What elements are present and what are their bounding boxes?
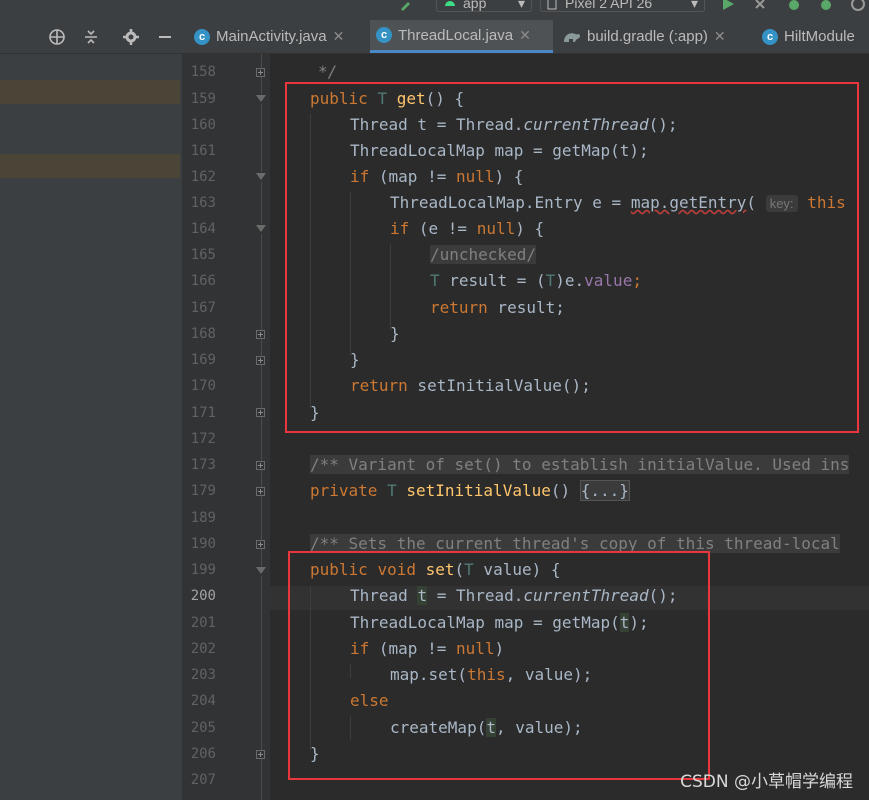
line-number: 206 [190, 746, 216, 762]
line-number: 204 [190, 693, 216, 709]
highlighted-row [0, 154, 180, 178]
apply-changes-icon[interactable] [752, 0, 768, 12]
line-number: 173 [190, 457, 216, 473]
line-number: 161 [190, 143, 216, 159]
class-icon: c [762, 28, 778, 45]
chevron-down-icon: ▾ [517, 0, 525, 11]
folded-code-block[interactable]: {...} [579, 480, 630, 501]
line-number: 162 [190, 169, 216, 185]
close-icon[interactable]: ✕ [333, 28, 345, 45]
line-number: 201 [190, 615, 216, 631]
line-number: 207 [190, 772, 216, 788]
class-icon: c [194, 28, 210, 45]
line-number: 160 [190, 117, 216, 133]
module-label: app [463, 0, 487, 11]
fold-marker[interactable] [256, 94, 266, 104]
run-icon[interactable] [720, 0, 736, 12]
line-number: 169 [190, 352, 216, 368]
fold-marker[interactable] [256, 566, 266, 576]
line-number: 202 [190, 641, 216, 657]
highlighted-row [0, 80, 180, 104]
tab-label: build.gradle (:app) [587, 28, 708, 45]
line-number-current: 200 [190, 588, 216, 604]
line-number: 165 [190, 247, 216, 263]
fold-marker[interactable] [256, 750, 265, 759]
line-number: 189 [190, 510, 216, 526]
fold-marker[interactable] [256, 330, 265, 339]
gear-icon[interactable] [122, 28, 140, 46]
hammer-icon[interactable] [398, 0, 414, 12]
project-panel [0, 54, 182, 800]
line-number: 163 [190, 195, 216, 211]
tab-label: MainActivity.java [216, 28, 327, 45]
line-number: 158 [190, 64, 216, 80]
device-label: Pixel 2 API 26 [565, 0, 653, 11]
line-number: 168 [190, 326, 216, 342]
editor-tab-bar: c MainActivity.java ✕ c ThreadLocal.java… [0, 20, 869, 54]
locate-icon[interactable] [48, 28, 66, 46]
device-icon [547, 0, 557, 10]
chevron-down-icon: ▾ [690, 0, 698, 11]
profile-icon[interactable] [850, 0, 866, 12]
fold-marker[interactable] [256, 487, 265, 496]
fold-marker[interactable] [256, 172, 266, 182]
module-selector[interactable]: app ▾ [436, 0, 532, 12]
run-toolbar: app ▾ Pixel 2 API 26 ▾ [0, 0, 869, 20]
tab-build-gradle[interactable]: build.gradle (:app) ✕ [557, 20, 752, 53]
watermark: CSDN @小草帽学编程 [680, 772, 853, 792]
tab-thread-local[interactable]: c ThreadLocal.java ✕ [370, 20, 553, 53]
code-line: private T setInitialValue() {...} [310, 480, 630, 501]
fold-marker[interactable] [256, 356, 265, 365]
code-line: /** Variant of set() to establish initia… [310, 455, 850, 474]
fold-marker[interactable] [256, 540, 265, 549]
close-icon[interactable]: ✕ [519, 27, 531, 44]
android-icon [445, 1, 455, 6]
line-number: 164 [190, 221, 216, 237]
tab-label: HiltModule [784, 28, 855, 45]
fold-gutter-line [261, 54, 262, 800]
line-number: 170 [190, 378, 216, 394]
line-number: 205 [190, 720, 216, 736]
collapse-all-icon[interactable] [82, 28, 100, 46]
annotation-box-get [285, 82, 859, 433]
fold-marker[interactable] [256, 224, 266, 234]
line-number: 171 [190, 405, 216, 421]
fold-marker[interactable] [256, 408, 265, 417]
gradle-icon [564, 32, 580, 42]
tab-hilt-module[interactable]: c HiltModule [756, 20, 869, 53]
fold-marker[interactable] [256, 68, 265, 77]
tab-label: ThreadLocal.java [398, 26, 514, 44]
bug-icon[interactable] [818, 0, 834, 12]
annotation-box-set [288, 551, 710, 780]
line-number: 172 [190, 431, 216, 447]
tab-main-activity[interactable]: c MainActivity.java ✕ [188, 20, 368, 53]
minimize-icon[interactable] [156, 28, 174, 46]
class-icon: c [376, 27, 392, 43]
line-number: 199 [190, 562, 216, 578]
fold-marker[interactable] [256, 461, 265, 470]
device-selector[interactable]: Pixel 2 API 26 ▾ [540, 0, 705, 12]
line-number: 167 [190, 300, 216, 316]
close-icon[interactable]: ✕ [714, 28, 726, 45]
line-number: 166 [190, 273, 216, 289]
line-number: 190 [190, 536, 216, 552]
debug-icon[interactable] [786, 0, 802, 12]
line-number: 179 [190, 483, 216, 499]
line-number: 159 [190, 91, 216, 107]
line-number: 203 [190, 667, 216, 683]
